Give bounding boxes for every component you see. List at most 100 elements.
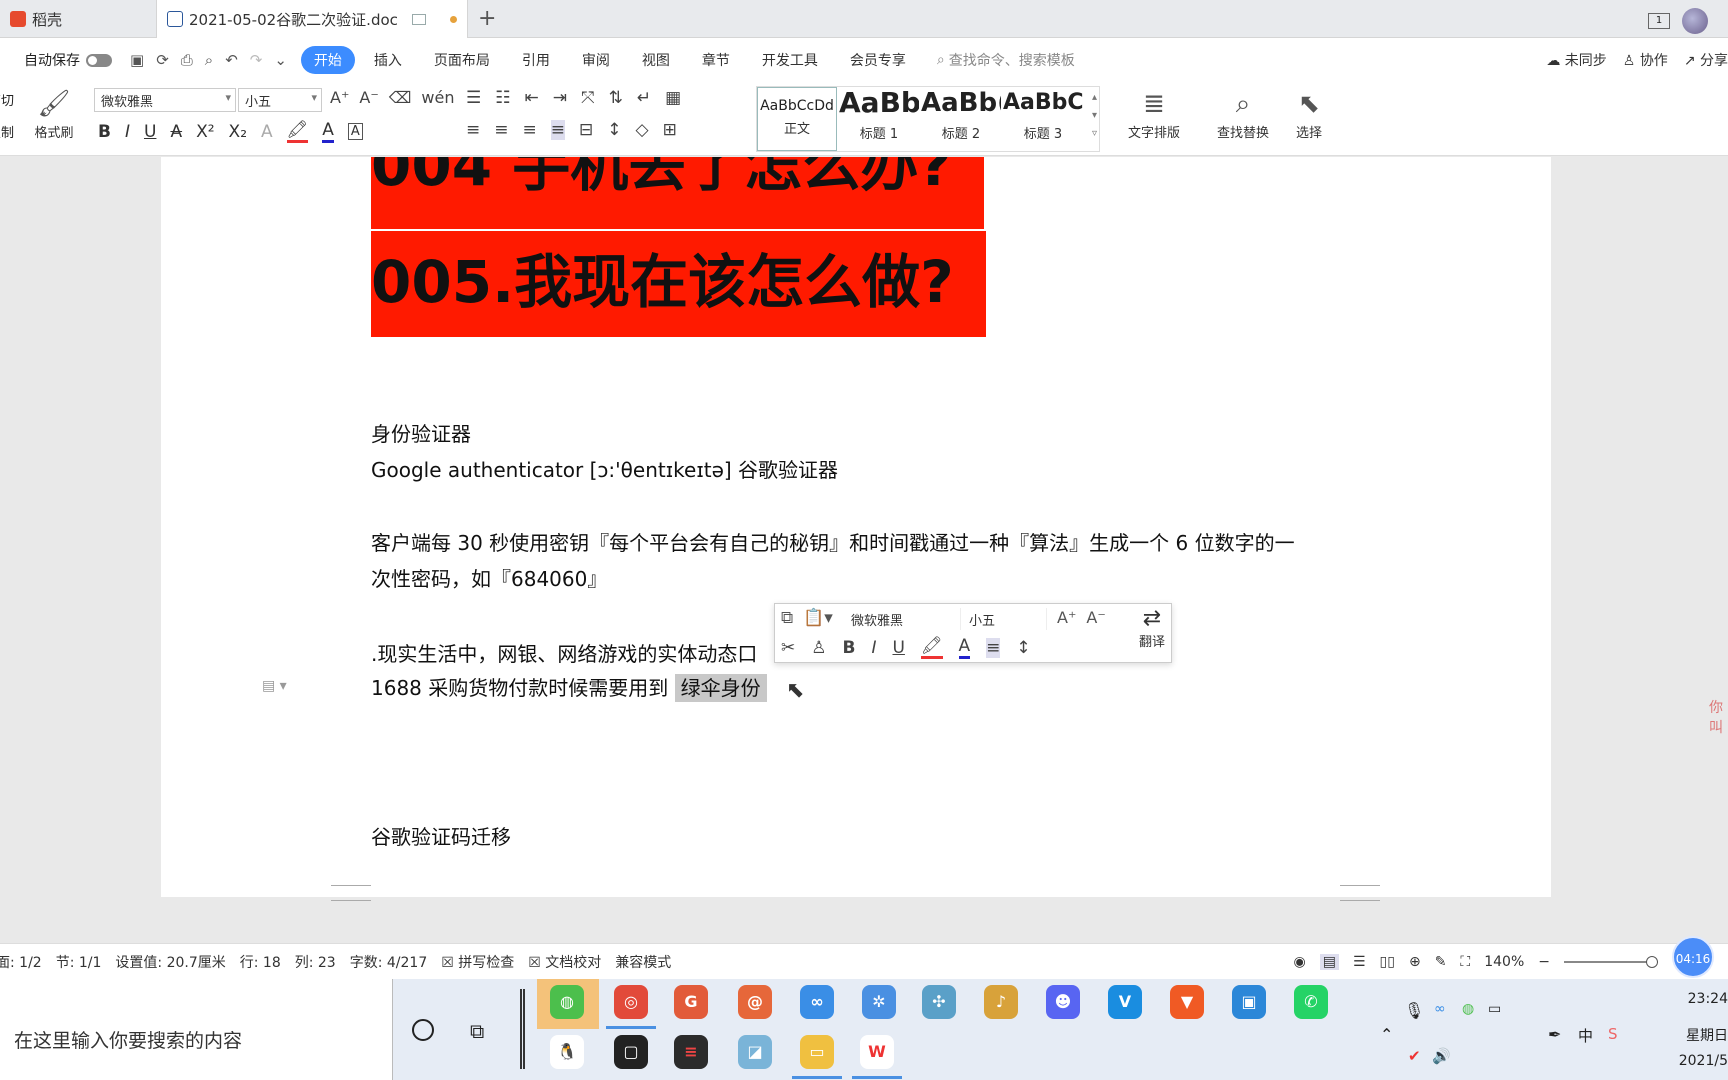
phonetic-icon[interactable]: wén [421,88,454,107]
highlight-color-icon[interactable]: 🖍 [920,636,943,659]
monitor-icon[interactable] [411,13,426,25]
tab-page-layout[interactable]: 页面布局 [421,46,503,74]
document-area[interactable]: 004 手机丢了怎么办? 005.我现在该怎么做? 身份验证器 Google a… [0,157,1728,943]
cut-icon[interactable]: ✂ [781,638,795,658]
brave-icon[interactable]: ▼ [1170,985,1204,1019]
paragraph-handle-icon[interactable]: ▤ ▾ [262,678,287,694]
whatsapp-icon[interactable]: ✆ [1294,985,1328,1019]
command-search[interactable]: ⌕ 查找命令、搜索模板 [937,50,1075,70]
copy-button[interactable]: 复制 [0,118,30,150]
tab-review[interactable]: 审阅 [569,46,623,74]
undo-icon[interactable]: ↶ [225,51,238,69]
volume-icon[interactable]: 🔊 [1432,1047,1451,1065]
paragraph-real-life[interactable]: .现实生活中，网银、网络游戏的实体动态口 [371,638,757,667]
sogou-ime-icon[interactable]: S [1608,1025,1618,1043]
sync-status[interactable]: ☁ 未同步 [1546,50,1606,70]
recording-timer[interactable]: 04:16 [1672,936,1714,978]
taskbar-search-input[interactable]: 在这里输入你要搜索的内容 [0,979,393,1080]
subscript-icon[interactable]: X₂ [229,122,247,142]
pen-icon[interactable]: ✒ [1548,1025,1561,1044]
share-link-icon[interactable]: ⟳ [156,51,169,69]
cortana-icon[interactable] [412,1019,434,1041]
paragraph-migration[interactable]: 谷歌验证码迁移 [371,821,511,850]
pycharm-icon[interactable]: ▢ [614,1035,648,1069]
font-grow-icon[interactable]: A⁺ [1057,608,1076,627]
antivirus-tray-icon[interactable]: ✔ [1408,1047,1421,1065]
snail-app-icon[interactable]: @ [738,985,772,1019]
netdisk-tray-icon[interactable]: ∞ [1434,1001,1446,1017]
guitar-app-icon[interactable]: ♪ [984,985,1018,1019]
tab-references[interactable]: 引用 [509,46,563,74]
font-size-select[interactable]: 小五 [238,88,322,112]
tab-section[interactable]: 章节 [689,46,743,74]
spell-check-button[interactable]: ☒ 拼写检查 [441,952,514,972]
show-hidden-icons-chevron-up-icon[interactable]: ⌃ [1380,1025,1393,1044]
v-app-icon[interactable]: V [1108,985,1142,1019]
avatar[interactable] [1682,8,1708,34]
tab-daoke[interactable]: 稻壳 [0,0,155,38]
outline-view-icon[interactable]: ☰ [1353,954,1366,970]
justify-icon[interactable]: ≡ [550,120,565,140]
line-spacing-icon[interactable]: ↕ [1016,638,1030,658]
italic-icon[interactable]: I [125,122,130,142]
status-page[interactable]: 页面: 1/2 [0,952,42,972]
autosave-toggle[interactable]: 自动保存 [24,50,112,70]
font-color-icon[interactable]: A [322,120,334,143]
tab-member[interactable]: 会员专享 [837,46,919,74]
underline-icon[interactable]: U [144,122,156,142]
wechat-icon[interactable]: ◍ [550,985,584,1019]
text-effect-icon[interactable]: A [261,122,273,142]
format-painter-button[interactable]: 🖌 格式刷 [30,86,78,141]
read-view-icon[interactable]: ▯▯ [1380,954,1395,970]
doc-proof-button[interactable]: ☒ 文档校对 [528,952,601,972]
display-tray-icon[interactable]: ▭ [1488,1001,1501,1017]
align-center-icon[interactable]: ≡ [494,120,508,140]
style-heading-2[interactable]: AaBb( 标题 2 [921,87,1001,151]
shading-icon[interactable]: ◇ [636,120,649,140]
save-icon[interactable]: ▣ [130,51,144,69]
font-shrink-icon[interactable]: A⁻ [1086,608,1105,627]
write-mode-icon[interactable]: ✎ [1435,954,1447,970]
font-color-icon[interactable]: A [958,636,971,659]
paragraph-description-line1[interactable]: 客户端每 30 秒使用密钥『每个平台会有自己的秘钥』和时间戳通过一种『算法』生成… [371,527,1295,556]
discord-icon[interactable]: ☻ [1046,985,1080,1019]
style-heading-1[interactable]: AaBb 标题 1 [839,87,919,151]
redo-icon[interactable]: ↷ [250,51,263,69]
paragraph-1688[interactable]: 1688 采购货物付款时候需要用到 绿伞身份 [371,672,767,702]
bold-icon[interactable]: B [98,122,111,142]
bullet-list-icon[interactable]: ☰ [466,88,481,108]
align-left-icon[interactable]: ≡ [466,120,480,140]
strikethrough-icon[interactable]: A [170,122,182,142]
print-icon[interactable]: ⎙ [181,51,193,69]
superscript-icon[interactable]: X² [196,122,214,142]
align-right-icon[interactable]: ≡ [523,120,537,140]
new-tab-button[interactable]: + [478,6,496,31]
photo-app-icon[interactable]: ▣ [1232,985,1266,1019]
char-border-icon[interactable]: A [347,123,363,140]
wechat-tray-icon[interactable]: ◍ [1462,1001,1474,1017]
eye-protect-icon[interactable]: ◉ [1294,954,1306,970]
highlight-color-icon[interactable]: 🖍 [286,120,309,143]
page-indicator[interactable]: 1 [1648,13,1670,29]
banner-heading-2[interactable]: 005.我现在该怎么做? [371,231,986,337]
font-name-select[interactable]: 微软雅黑 [94,88,236,112]
paragraph-authenticator[interactable]: 身份验证器 [371,418,471,447]
wps-icon[interactable]: W [852,1035,902,1079]
bold-icon[interactable]: B [843,638,856,658]
select-button[interactable]: ⬉ 选择 [1284,86,1334,141]
paste-icon[interactable]: 📋▾ [803,608,833,628]
zoom-slider[interactable] [1564,956,1658,968]
paragraph-description-line2[interactable]: 次性密码，如『684060』 [371,563,607,592]
microphone-icon[interactable]: 🎙 [1404,1001,1424,1020]
selected-text[interactable]: 绿伞身份 [674,674,767,702]
borders-icon[interactable]: ⊞ [663,120,677,140]
task-view-icon[interactable]: ⧉ [470,1019,484,1043]
mini-font-size-select[interactable]: 小五 [965,608,1047,630]
status-word-count[interactable]: 字数: 4/217 [350,952,428,972]
italic-icon[interactable]: I [871,638,876,658]
style-normal[interactable]: AaBbCcDd 正文 [757,87,837,151]
copy-icon[interactable]: ⧉ [781,608,793,628]
browser-app-icon[interactable]: G [674,985,708,1019]
file-explorer-icon[interactable]: ▭ [792,1035,842,1079]
network-app-icon[interactable]: ✲ [862,985,896,1019]
